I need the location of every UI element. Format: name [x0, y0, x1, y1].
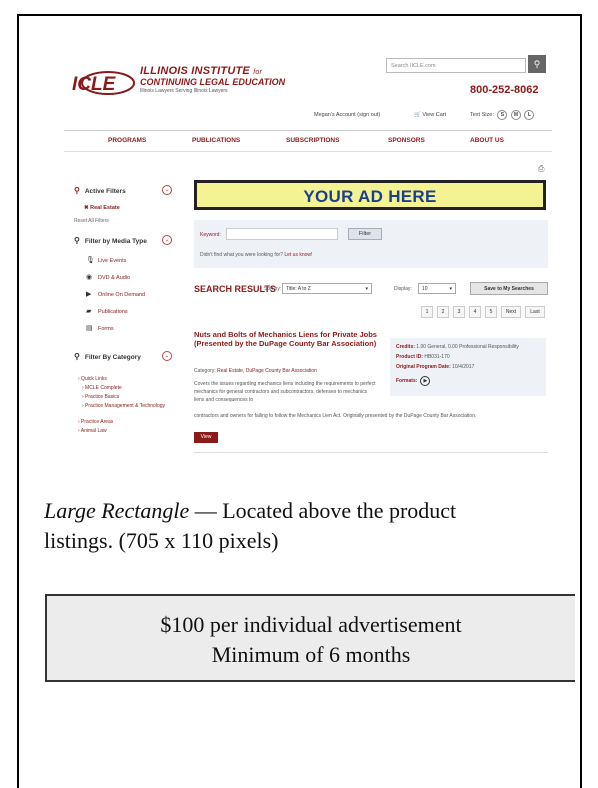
result-description-tail: contractors and owners for failing to fo… [194, 413, 477, 419]
filter-category-heading: ⚲ Filter By Category [74, 352, 141, 361]
sort-select[interactable]: Title: A to Z ▾ [282, 283, 372, 294]
ad-caption-line2: listings. (705 x 110 pixels) [44, 528, 279, 553]
main-nav: PROGRAMS PUBLICATIONS SUBSCRIPTIONS SPON… [64, 130, 552, 152]
media-filter-label: Online On Demand [98, 292, 146, 298]
media-filter-label: Publications [98, 309, 128, 315]
search-icon: ⚲ [74, 236, 80, 245]
nav-about-us[interactable]: ABOUT US [470, 137, 504, 144]
keyword-label: Keyword: [200, 232, 221, 238]
ad-text: YOUR AD HERE [303, 187, 437, 206]
media-filter-label: Forms [98, 326, 114, 332]
let-us-know-link[interactable]: Let us know! [284, 252, 312, 258]
nav-subscriptions[interactable]: SUBSCRIPTIONS [286, 137, 339, 144]
help-text: Didn't find what you were looking for? L… [200, 252, 313, 258]
book-icon: ▰ [86, 308, 92, 315]
save-search-button[interactable]: Save to My Searches [470, 282, 548, 295]
text-size-s-button[interactable]: S [497, 110, 508, 120]
minimum-term-line: Minimum of 6 months [211, 642, 411, 667]
search-icon: ⚲ [74, 352, 80, 361]
chevron-down-icon: ▾ [449, 286, 452, 292]
price-line: $100 per individual advertisement [160, 612, 462, 637]
keyword-input[interactable] [226, 228, 338, 240]
tagline: Illinois Lawyers Serving Illinois Lawyer… [140, 88, 228, 94]
site-search-input[interactable]: Search IICLE.com [386, 58, 526, 73]
nav-programs[interactable]: PROGRAMS [108, 137, 146, 144]
nav-sponsors[interactable]: SPONSORS [388, 137, 425, 144]
forms-icon: ▤ [86, 325, 93, 332]
divider [194, 452, 548, 453]
ad-format-name: Large Rectangle [44, 498, 190, 523]
media-filter-item[interactable]: ▶ Online On Demand [86, 290, 145, 298]
account-link[interactable]: Megan's Account (sign out) [314, 112, 380, 118]
product-id-line: Product ID: HB031-170 [396, 354, 450, 360]
category-item[interactable]: › Practice Areas [78, 419, 170, 426]
print-icon[interactable]: ⎙ [538, 164, 544, 174]
result-description: Covers the issues regarding mechanics li… [194, 381, 376, 403]
play-icon: ▶ [86, 291, 92, 298]
result-title[interactable]: Nuts and Bolts of Mechanics Liens for Pr… [194, 330, 384, 348]
chevron-down-icon: ▾ [365, 286, 368, 292]
keyword-filter-box: Keyword: Filter Didn't find what you wer… [194, 220, 548, 268]
ad-caption: Large Rectangle — Located above the prod… [44, 496, 584, 556]
media-filter-label: DVD & Audio [98, 275, 131, 281]
formats-line: Formats: ▶ [396, 376, 431, 386]
display-select[interactable]: 10 ▾ [418, 283, 456, 294]
chevron-down-icon[interactable]: ⌄ [162, 235, 172, 245]
ad-banner[interactable]: YOUR AD HERE [194, 180, 546, 210]
play-icon[interactable]: ▶ [420, 376, 431, 386]
credits-line: Credits: 1.00 General, 0.00 Professional… [396, 344, 519, 350]
category-item[interactable]: › MCLE Complete [82, 385, 174, 392]
media-filter-item[interactable]: ◉ DVD & Audio [86, 273, 130, 281]
text-size-label: Text Size: [470, 112, 494, 118]
filter-button[interactable]: Filter [348, 228, 382, 240]
text-size-control: Text Size: S M L [470, 110, 535, 120]
disc-icon: ◉ [86, 274, 93, 281]
media-filter-label: Live Events [98, 258, 127, 264]
nav-publications[interactable]: PUBLICATIONS [192, 137, 240, 144]
iicle-logo: ICLE [72, 71, 135, 95]
active-filters-heading: ⚲ Active Filters [74, 186, 126, 195]
search-button[interactable]: ⚲ [528, 55, 546, 73]
category-item[interactable]: › Practice Basics [82, 394, 174, 401]
logo-text: ICLE [72, 74, 117, 95]
text-size-l-button[interactable]: L [524, 110, 535, 120]
view-button[interactable]: View [194, 432, 218, 443]
filter-media-heading: ⚲ Filter by Media Type [74, 236, 147, 245]
pricing-box: $100 per individual advertisement Minimu… [45, 594, 575, 682]
chevron-down-icon[interactable]: ⌄ [162, 351, 172, 361]
page-link[interactable]: Next [501, 306, 521, 318]
page-link[interactable]: Last [525, 306, 545, 318]
program-date-line: Original Program Date: 10/4/2017 [396, 364, 475, 370]
chevron-down-icon[interactable]: ⌄ [162, 185, 172, 195]
microphone-icon: 🎙 [86, 257, 95, 264]
website-mockup: ICLE ILLINOIS INSTITUTE for CONTINUING L… [64, 48, 552, 464]
phone-number: 800-252-8062 [470, 84, 539, 96]
result-category: Category: Real Estate, DuPage County Bar… [194, 368, 317, 374]
sort-label: Sort by: [264, 286, 282, 292]
page-link[interactable]: 3 [453, 306, 465, 318]
media-filter-item[interactable]: ▰ Publications [86, 307, 128, 315]
ad-caption-text: — Located above the product [189, 498, 457, 523]
result-details: Credits: 1.00 General, 0.00 Professional… [390, 338, 546, 396]
view-cart-link[interactable]: 🛒 View Cart [414, 112, 446, 118]
category-item[interactable]: › Quick Links [78, 376, 170, 383]
page-link[interactable]: 5 [485, 306, 497, 318]
display-label: Display: [394, 286, 412, 292]
category-item[interactable]: › Practice Management & Technology [82, 403, 174, 410]
category-item[interactable]: › Animal Law [78, 428, 170, 435]
media-filter-item[interactable]: ▤ Forms [86, 324, 114, 332]
cart-icon: 🛒 [414, 112, 421, 118]
page-link[interactable]: 4 [469, 306, 481, 318]
institute-name-line2: CONTINUING LEGAL EDUCATION [140, 77, 286, 87]
search-icon: ⚲ [533, 59, 541, 69]
remove-icon: ✖ [84, 205, 89, 211]
media-filter-item[interactable]: 🎙 Live Events [86, 256, 126, 264]
search-icon: ⚲ [74, 186, 80, 195]
text-size-m-button[interactable]: M [510, 110, 521, 120]
page-link[interactable]: 2 [437, 306, 449, 318]
active-filter-item[interactable]: ✖ Real Estate [84, 205, 120, 211]
page-link[interactable]: 1 [421, 306, 433, 318]
reset-filters-link[interactable]: Reset All Filters [74, 218, 109, 224]
